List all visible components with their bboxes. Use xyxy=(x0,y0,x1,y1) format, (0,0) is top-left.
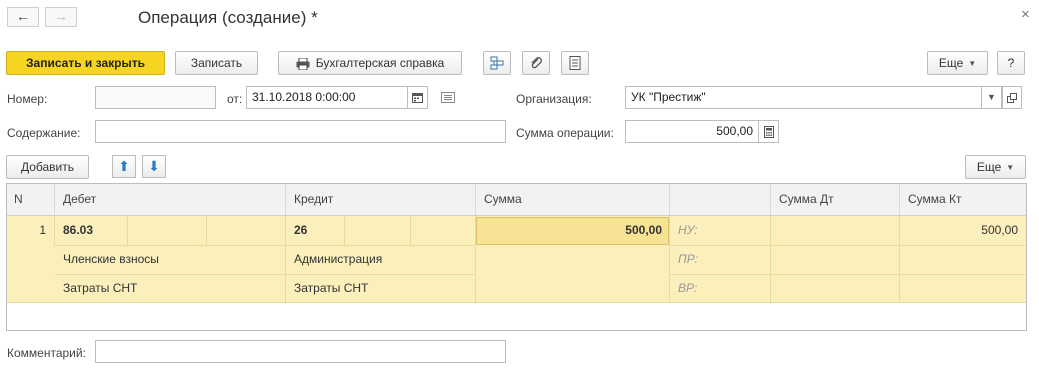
date-label: от: xyxy=(227,92,243,106)
arrow-down-icon: ⬇ xyxy=(148,158,160,174)
more-menu-button[interactable]: Еще ▼ xyxy=(927,51,988,75)
debit-account[interactable]: 86.03 xyxy=(55,216,127,246)
debit-subconto-2[interactable]: Затраты СНТ xyxy=(55,274,286,304)
move-up-button[interactable]: ⬆ xyxy=(112,155,136,178)
table-more-menu-button[interactable]: Еще ▼ xyxy=(965,155,1026,179)
column-divider xyxy=(899,245,900,303)
number-field[interactable] xyxy=(95,86,216,109)
structure-button[interactable] xyxy=(483,51,511,75)
organization-label: Организация: xyxy=(516,92,592,106)
content-label: Содержание: xyxy=(7,126,81,140)
comment-history-button[interactable] xyxy=(441,92,455,106)
sum-kt-cell[interactable]: 500,00 xyxy=(900,216,1026,246)
arrow-right-icon: → xyxy=(54,8,68,24)
arrow-up-icon: ⬆ xyxy=(118,158,130,174)
column-header-n[interactable]: N xyxy=(7,184,55,216)
add-row-button[interactable]: Добавить xyxy=(6,155,89,179)
calendar-icon xyxy=(412,93,423,103)
back-button[interactable]: ← xyxy=(7,7,39,27)
entries-table: N Дебет Кредит Сумма Сумма Дт Сумма Кт 1… xyxy=(6,183,1027,331)
caret-down-icon: ▼ xyxy=(987,92,996,102)
move-down-button[interactable]: ⬇ xyxy=(142,155,166,178)
credit-subconto-1[interactable]: Администрация xyxy=(286,245,476,275)
close-icon[interactable]: × xyxy=(1021,6,1030,23)
calendar-button[interactable] xyxy=(408,86,428,109)
column-header-debit[interactable]: Дебет xyxy=(55,184,286,216)
cell-divider xyxy=(410,216,411,245)
permanent-difference-label: ПР: xyxy=(670,245,771,275)
column-header-blank[interactable] xyxy=(670,184,771,216)
forward-button[interactable]: → xyxy=(45,7,77,27)
column-header-credit[interactable]: Кредит xyxy=(286,184,476,216)
comment-field[interactable] xyxy=(95,340,506,363)
date-field[interactable]: 31.10.2018 0:00:00 xyxy=(246,86,408,109)
column-header-sum[interactable]: Сумма xyxy=(476,184,670,216)
column-header-sum-dt[interactable]: Сумма Дт xyxy=(771,184,900,216)
document-list-icon xyxy=(569,56,581,70)
column-header-sum-kt[interactable]: Сумма Кт xyxy=(900,184,1026,216)
cell-divider xyxy=(344,216,345,245)
window-title: Операция (создание) * xyxy=(138,8,318,27)
attach-button[interactable] xyxy=(522,51,550,75)
temporary-difference-label: ВР: xyxy=(670,274,771,304)
table-more-label: Еще xyxy=(976,160,1002,174)
organization-dropdown-button[interactable]: ▼ xyxy=(982,86,1002,109)
tax-accounting-label: НУ: xyxy=(670,216,771,246)
caret-down-icon: ▼ xyxy=(1006,162,1015,172)
sum-cell[interactable]: 500,00 xyxy=(476,216,670,246)
cell-divider xyxy=(206,216,207,245)
report-button[interactable]: Бухгалтерская справка xyxy=(278,51,462,75)
arrow-left-icon: ← xyxy=(16,8,30,24)
number-label: Номер: xyxy=(7,92,48,106)
column-divider xyxy=(770,245,771,303)
sum-dt-cell[interactable] xyxy=(771,216,900,246)
hierarchy-icon xyxy=(490,56,504,70)
printer-icon xyxy=(296,57,310,70)
calculator-icon xyxy=(763,126,774,138)
debit-subconto-1[interactable]: Членские взносы xyxy=(55,245,286,275)
organization-open-button[interactable] xyxy=(1002,86,1022,109)
calculator-button[interactable] xyxy=(759,120,779,143)
report-button-label: Бухгалтерская справка xyxy=(315,56,445,70)
amount-field[interactable]: 500,00 xyxy=(625,120,759,143)
text-lines-icon xyxy=(441,92,455,103)
save-and-close-button[interactable]: Записать и закрыть xyxy=(6,51,165,75)
comment-label: Комментарий: xyxy=(7,346,86,360)
more-menu-label: Еще xyxy=(938,56,964,70)
open-window-icon xyxy=(1007,93,1017,103)
content-field[interactable] xyxy=(95,120,506,143)
paperclip-icon xyxy=(531,57,542,69)
list-button[interactable] xyxy=(561,51,589,75)
save-button[interactable]: Записать xyxy=(175,51,258,75)
row-number: 1 xyxy=(7,216,55,246)
help-button[interactable]: ? xyxy=(997,51,1025,75)
cell-divider xyxy=(127,216,128,245)
organization-field[interactable]: УК "Престиж" xyxy=(625,86,982,109)
amount-label: Сумма операции: xyxy=(516,126,614,140)
credit-subconto-2[interactable]: Затраты СНТ xyxy=(286,274,476,304)
credit-account[interactable]: 26 xyxy=(286,216,344,246)
caret-down-icon: ▼ xyxy=(968,58,977,68)
